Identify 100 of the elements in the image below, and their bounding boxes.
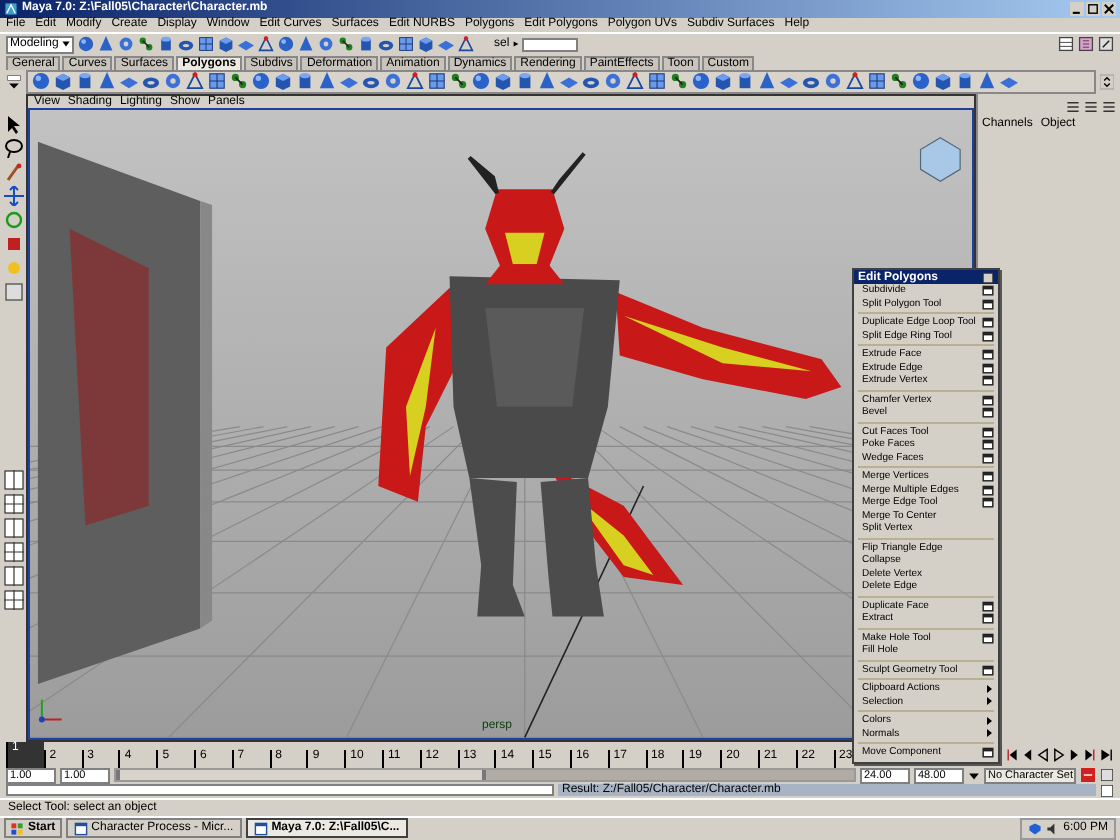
cylinder-icon[interactable] (358, 36, 374, 53)
scroll-arrows-icon[interactable] (1100, 71, 1114, 92)
sphere-icon[interactable] (472, 72, 490, 91)
vertex-icon[interactable] (626, 72, 644, 91)
last-tool-icon[interactable] (3, 281, 23, 302)
option-box-icon[interactable] (982, 406, 994, 419)
mesh-icon[interactable] (648, 72, 666, 91)
shield-icon[interactable] (1027, 821, 1042, 836)
cylinder-icon[interactable] (76, 72, 94, 91)
plane-icon[interactable] (560, 72, 578, 91)
paint-brush-icon[interactable] (3, 161, 23, 182)
torus-icon[interactable] (802, 72, 820, 91)
speaker-icon[interactable] (1045, 821, 1060, 836)
option-box-icon[interactable] (982, 438, 994, 451)
layout-icon[interactable] (3, 493, 23, 514)
torus-icon[interactable] (582, 72, 600, 91)
layout-icon[interactable] (3, 517, 23, 538)
cube-icon[interactable] (934, 72, 952, 91)
plane-icon[interactable] (340, 72, 358, 91)
option-box-icon[interactable] (982, 316, 994, 329)
cube-icon[interactable] (54, 72, 72, 91)
option-box-icon[interactable] (982, 284, 994, 297)
cylinder-icon[interactable] (516, 72, 534, 91)
cone-icon[interactable] (98, 36, 114, 53)
plane-icon[interactable] (438, 36, 454, 53)
option-box-icon[interactable] (982, 483, 994, 496)
cube-icon[interactable] (494, 72, 512, 91)
option-box-icon[interactable] (982, 470, 994, 483)
mesh-icon[interactable] (398, 36, 414, 53)
scale-icon[interactable] (3, 233, 23, 254)
vertex-icon[interactable] (458, 36, 474, 53)
option-box-icon[interactable] (982, 425, 994, 438)
option-box-icon[interactable] (982, 329, 994, 342)
sphere-icon[interactable] (912, 72, 930, 91)
maximize-icon[interactable] (1086, 1, 1100, 16)
sphere-icon[interactable] (278, 36, 294, 53)
option-box-icon[interactable] (982, 746, 994, 759)
node-link-icon[interactable] (338, 36, 354, 53)
auto-key-icon[interactable] (1080, 768, 1096, 783)
torus-icon[interactable] (378, 36, 394, 53)
dropdown-arrow-icon[interactable] (968, 769, 980, 782)
option-box-icon[interactable] (982, 451, 994, 464)
move-arrows-icon[interactable] (3, 185, 23, 206)
cone-icon[interactable] (978, 72, 996, 91)
option-box-icon[interactable] (982, 663, 994, 676)
node-link-icon[interactable] (450, 72, 468, 91)
close-icon[interactable] (1102, 1, 1116, 16)
layout-icon[interactable] (3, 469, 23, 490)
layout-icon[interactable] (3, 541, 23, 562)
mesh-icon[interactable] (428, 72, 446, 91)
list-icon[interactable] (1102, 99, 1116, 114)
plane-icon[interactable] (780, 72, 798, 91)
option-box-icon[interactable] (982, 612, 994, 625)
selection-field[interactable] (521, 37, 578, 52)
attribute-editor-icon[interactable] (1078, 36, 1094, 53)
cylinder-icon[interactable] (956, 72, 974, 91)
minimize-icon[interactable] (1070, 1, 1084, 16)
list-icon[interactable] (1066, 99, 1080, 114)
option-box-icon[interactable] (982, 348, 994, 361)
cylinder-icon[interactable] (158, 36, 174, 53)
node-link-icon[interactable] (890, 72, 908, 91)
cube-icon[interactable] (714, 72, 732, 91)
tear-off-icon[interactable] (982, 271, 994, 283)
cube-icon[interactable] (274, 72, 292, 91)
option-box-icon[interactable] (982, 361, 994, 374)
cone-icon[interactable] (298, 36, 314, 53)
shelf-menu-icon[interactable] (6, 71, 22, 92)
plane-icon[interactable] (1000, 72, 1018, 91)
cube-icon[interactable] (418, 36, 434, 53)
cube-icon[interactable] (218, 36, 234, 53)
node-link-icon[interactable] (670, 72, 688, 91)
step-forward-key-icon[interactable] (1084, 747, 1098, 762)
mesh-icon[interactable] (868, 72, 886, 91)
plane-icon[interactable] (120, 72, 138, 91)
tool-settings-icon[interactable] (1098, 36, 1114, 53)
sphere-icon[interactable] (78, 36, 94, 53)
vertex-icon[interactable] (186, 72, 204, 91)
option-box-icon[interactable] (982, 297, 994, 310)
torus-icon[interactable] (178, 36, 194, 53)
layout-icon[interactable] (3, 589, 23, 610)
channel-box-icon[interactable] (1058, 36, 1074, 53)
preferences-icon[interactable] (1100, 768, 1114, 783)
vertex-icon[interactable] (258, 36, 274, 53)
script-editor-icon[interactable] (1100, 783, 1114, 798)
sphere-icon[interactable] (32, 72, 50, 91)
cone-icon[interactable] (758, 72, 776, 91)
play-forward-icon[interactable] (1052, 747, 1066, 762)
option-box-icon[interactable] (982, 496, 994, 509)
range-slider-handle[interactable] (116, 770, 485, 781)
cone-icon[interactable] (538, 72, 556, 91)
vertex-icon[interactable] (406, 72, 424, 91)
layout-icon[interactable] (3, 565, 23, 586)
step-back-key-icon[interactable] (1004, 747, 1018, 762)
mesh-icon[interactable] (198, 36, 214, 53)
node-link-icon[interactable] (138, 36, 154, 53)
option-box-icon[interactable] (982, 374, 994, 387)
plane-icon[interactable] (238, 36, 254, 53)
vertex-icon[interactable] (846, 72, 864, 91)
select-arrow-icon[interactable] (3, 113, 23, 134)
mesh-icon[interactable] (208, 72, 226, 91)
